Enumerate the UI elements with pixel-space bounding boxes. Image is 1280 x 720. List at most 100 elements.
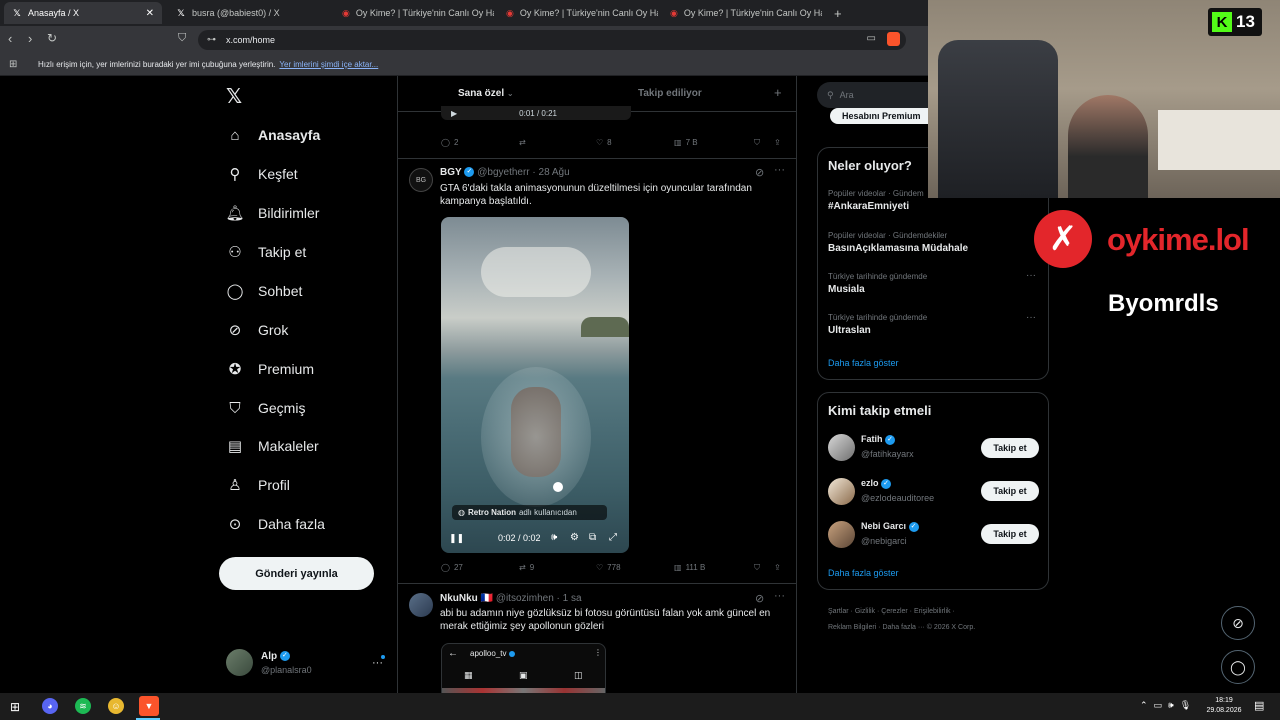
sidebar-item-gecmis[interactable]: ⛉ Geçmiş	[226, 399, 305, 417]
post-video[interactable]: ◍ Retro Nation adlı kullanıcıdan ❚❚ 0:02…	[441, 217, 629, 553]
author-name[interactable]: BGY	[440, 167, 462, 178]
tab-busra[interactable]: 𝕏 busra (@babiest0) / X	[168, 2, 328, 24]
author-handle[interactable]: @itsozimhen	[496, 593, 554, 604]
verified-badge-icon: ✓	[881, 478, 892, 489]
brave-shield-icon[interactable]	[887, 32, 900, 46]
avatar[interactable]	[828, 521, 855, 548]
suggested-name[interactable]: Nebi Garcı ✓	[861, 521, 919, 532]
embedded-screenshot[interactable]: ← apolloo_tv ✓ ⋮ ▦ ▣ ◫	[441, 643, 606, 693]
repost-action[interactable]: ⇄	[519, 138, 526, 147]
more-icon[interactable]: ···	[774, 164, 785, 176]
suggested-name[interactable]: Fatih ✓	[861, 434, 896, 445]
windows-start-icon[interactable]: ⊞	[10, 700, 20, 714]
more-icon[interactable]: ···	[1026, 270, 1036, 281]
follow-button[interactable]: Takip et	[981, 524, 1039, 544]
messages-icon[interactable]: ◯	[1221, 650, 1255, 684]
x-logo-icon[interactable]: 𝕏	[226, 84, 242, 109]
like-action[interactable]: ♡ 778	[596, 563, 621, 572]
pip-icon[interactable]: ⧉	[589, 532, 596, 543]
like-action[interactable]: ♡ 8	[596, 138, 612, 147]
footer-links[interactable]: Şartlar · Gizlilik · Çerezler · Erişileb…	[828, 604, 975, 636]
oykime-icon: ◉	[506, 7, 514, 18]
reply-action[interactable]: ◯ 2	[441, 138, 458, 147]
share-action[interactable]: ⇪	[774, 138, 781, 147]
tab-oykime-1[interactable]: ◉ Oy Kime? | Türkiye'nin Canlı Oy Harit	[334, 2, 494, 24]
follow-button[interactable]: Takip et	[981, 481, 1039, 501]
bookmark-action[interactable]: ⛉	[754, 563, 760, 573]
spotify-icon[interactable]: ≋	[75, 698, 91, 714]
sidebar-item-sohbet[interactable]: ◯ Sohbet	[226, 282, 303, 300]
trend-item[interactable]: Popüler videolar · Gündemdekiler BasınAç…	[828, 231, 1038, 254]
author-name[interactable]: NkuNku	[440, 593, 478, 604]
reply-action[interactable]: ◯ 27	[441, 563, 463, 572]
bookmark-action[interactable]: ⛉	[754, 138, 760, 148]
grok-icon[interactable]: ⊘	[1221, 606, 1255, 640]
fullscreen-icon[interactable]: ⤢	[609, 532, 617, 543]
apps-grid-icon[interactable]: ⊞	[9, 59, 17, 70]
back-icon[interactable]: ‹	[8, 31, 12, 46]
clock[interactable]: 18:19 29.08.2026	[1204, 696, 1244, 716]
avatar[interactable]	[828, 478, 855, 505]
sidebar-item-profil[interactable]: ♙ Profil	[226, 476, 290, 494]
share-action[interactable]: ⇪	[774, 563, 781, 572]
search-input[interactable]: ⚲ Ara	[817, 82, 929, 108]
new-tab-button[interactable]: +	[826, 2, 846, 24]
avatar[interactable]	[828, 434, 855, 461]
tab-takip-ediliyor[interactable]: Takip ediliyor	[638, 88, 702, 99]
brave-browser-icon[interactable]: ▼	[139, 696, 159, 716]
avatar[interactable]: BG	[409, 168, 433, 192]
views-action[interactable]: ▥ 111 B	[674, 563, 705, 572]
show-more-link[interactable]: Daha fazla göster	[828, 358, 899, 368]
repost-action[interactable]: ⇄ 9	[519, 563, 534, 572]
chat-app-icon[interactable]: ☺	[108, 698, 124, 714]
discord-icon[interactable]: ◕	[42, 698, 58, 714]
views-action[interactable]: ▥ 7 B	[674, 138, 698, 147]
kick-badge: K 13	[1208, 8, 1262, 36]
post-date[interactable]: · 1 sa	[557, 593, 582, 604]
sidebar-item-makaleler[interactable]: ▤ Makaleler	[226, 437, 319, 455]
pause-icon[interactable]: ❚❚	[449, 533, 464, 544]
sidebar-item-daha-fazla[interactable]: ⊙ Daha fazla	[226, 515, 325, 533]
tab-oykime-3[interactable]: ◉ Oy Kime? | Türkiye'nin Canlı Oy Harit	[662, 2, 822, 24]
post-date[interactable]: · 28 Ağu	[532, 167, 569, 178]
suggested-name[interactable]: ezlo ✓	[861, 478, 892, 489]
bookmark-icon[interactable]: ⛉	[178, 32, 186, 45]
sidebar-item-grok[interactable]: ⊘ Grok	[226, 321, 289, 339]
trend-item[interactable]: Türkiye tarihinde gündemde Ultraslan	[828, 313, 1038, 336]
cast-icon[interactable]: ▭	[867, 33, 876, 44]
grok-icon[interactable]: ⊘	[755, 592, 764, 605]
show-more-link[interactable]: Daha fazla göster	[828, 568, 899, 578]
forward-icon[interactable]: ›	[28, 31, 32, 46]
system-tray-icons[interactable]: ⌃▭🕪︎🎙︎	[1140, 700, 1197, 711]
follow-button[interactable]: Takip et	[981, 438, 1039, 458]
more-icon[interactable]: ···	[774, 590, 785, 602]
trend-item[interactable]: Türkiye tarihinde gündemde Musiala	[828, 272, 1038, 295]
post-button[interactable]: Gönderi yayınla	[219, 557, 374, 590]
sidebar-item-bildirimler[interactable]: 🔔︎ Bildirimler	[225, 204, 319, 222]
sidebar-item-premium[interactable]: ✪ Premium	[226, 360, 314, 378]
account-switcher[interactable]: Alp ✓ @planalsra0 ···	[226, 649, 396, 679]
tab-oykime-2[interactable]: ◉ Oy Kime? | Türkiye'nin Canlı Oy Harit	[498, 2, 658, 24]
more-icon[interactable]: ···	[1026, 312, 1036, 323]
sidebar-item-anasayfa[interactable]: ⌂ Anasayfa	[226, 126, 320, 144]
play-icon[interactable]: ▶	[451, 109, 457, 118]
settings-icon[interactable]: ⚙	[570, 532, 579, 543]
notification-center-icon[interactable]: ▤	[1254, 699, 1264, 712]
site-info-icon[interactable]: ⊶	[207, 34, 216, 45]
sidebar-item-takip-et[interactable]: ⚇ Takip et	[226, 243, 306, 261]
sidebar-item-kesfet[interactable]: ⚲ Keşfet	[226, 165, 298, 183]
add-icon[interactable]: +	[774, 85, 782, 100]
grok-icon[interactable]: ⊘	[755, 166, 764, 179]
avatar[interactable]	[409, 593, 433, 617]
url-field[interactable]: ⊶ x.com/home ▭	[198, 30, 906, 50]
author-handle[interactable]: @bgyetherr	[477, 167, 529, 178]
seek-handle[interactable]	[553, 482, 563, 492]
volume-icon[interactable]: 🕪︎	[551, 532, 557, 543]
video-source-label[interactable]: ◍ Retro Nation adlı kullanıcıdan	[452, 505, 607, 520]
reload-icon[interactable]: ↻	[47, 31, 57, 45]
import-bookmarks-link[interactable]: Yer imlerini şimdi içe aktar...	[279, 60, 378, 69]
tab-anasayfa[interactable]: 𝕏 Anasayfa / X ✕	[4, 2, 162, 24]
close-icon[interactable]: ✕	[146, 8, 154, 19]
premium-button[interactable]: Hesabını Premium	[830, 108, 928, 124]
tab-sana-ozel[interactable]: Sana özel ⌄	[458, 88, 514, 99]
